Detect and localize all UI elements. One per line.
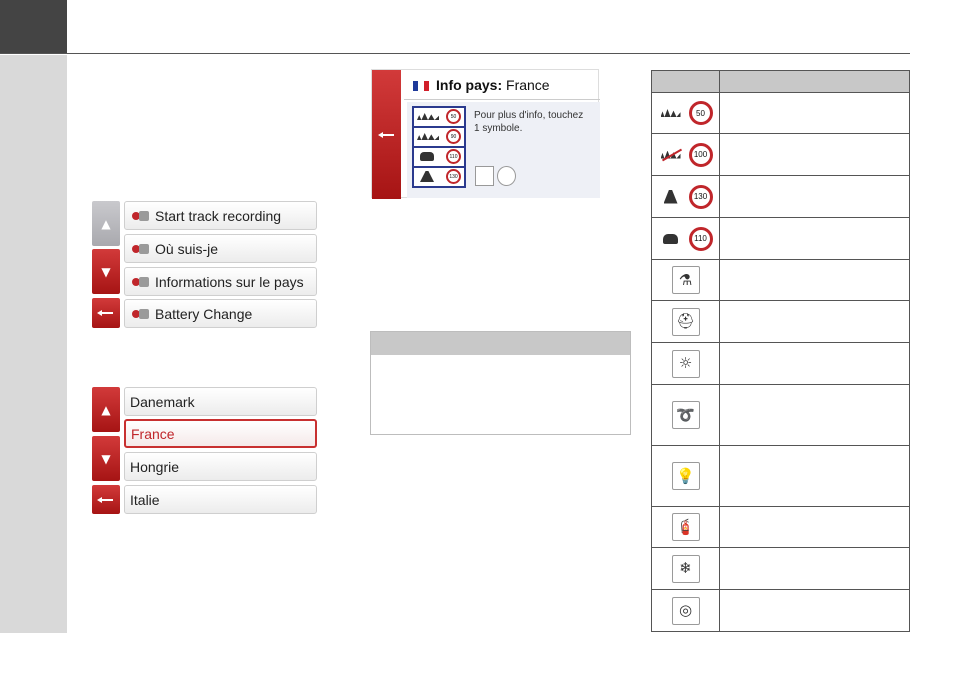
scroll-down-button[interactable]: ▼: [92, 436, 120, 481]
location-icon: [130, 242, 152, 256]
battery-icon: [130, 307, 152, 321]
arrow-down-icon: ▼: [101, 264, 111, 279]
tow-rope-icon: ➰: [671, 401, 700, 429]
snow-chains-icon: ❄: [671, 554, 700, 583]
car-speed-sign-icon: 110: [656, 225, 716, 253]
table-row: 50: [652, 93, 909, 134]
header-rule: [0, 53, 910, 54]
table-row: 100: [652, 134, 909, 176]
table-row: ⛑: [652, 301, 909, 343]
country-item-hongrie[interactable]: Hongrie: [124, 452, 317, 481]
menu-item-informations-pays[interactable]: Informations sur le pays: [124, 267, 317, 296]
country-item-france[interactable]: France: [124, 419, 317, 448]
back-arrow-icon: [97, 310, 115, 316]
table-row: 💡: [652, 446, 909, 507]
info-title: Info pays: France: [436, 77, 550, 93]
spare-bulb-icon: 💡: [671, 462, 700, 490]
winter-tyres-icon[interactable]: [497, 166, 516, 186]
info-hint: Pour plus d'info, touchez 1 symbole.: [474, 110, 584, 134]
scroll-up-button[interactable]: ▲: [92, 201, 120, 246]
corner-block: [0, 0, 67, 53]
note-header: [371, 332, 630, 355]
menu-item-ou-suis-je[interactable]: Où suis-je: [124, 234, 317, 263]
arrow-up-icon: ▲: [101, 216, 111, 231]
expressway-limit-row: 110: [414, 148, 464, 166]
table-row: ➰: [652, 385, 909, 446]
urban-speed-sign-icon: 50: [656, 99, 716, 127]
table-row: ❄: [652, 548, 909, 590]
table-row: ◎: [652, 590, 909, 631]
speed-limit-block[interactable]: 50 90 110 130: [412, 106, 466, 188]
symbols-table: 50 100 130 110 ⚗ ⛑ ☼ ➰ 💡 🧯 ❄ ◎: [651, 70, 910, 632]
back-button[interactable]: [92, 485, 120, 514]
rural-limit-row: 90: [414, 128, 464, 146]
info-divider: [404, 99, 600, 100]
country-info-screen: Info pays: France 50 90 110 130 Pour plu…: [371, 69, 600, 199]
country-info-icon: [130, 275, 152, 289]
country-list: ▲ ▼ Danemark France Hongrie Italie: [92, 387, 318, 515]
menu-item-label: Où suis-je: [155, 240, 219, 257]
country-item-italie[interactable]: Italie: [124, 485, 317, 514]
country-label: Hongrie: [130, 458, 180, 475]
track-recording-icon: [130, 209, 152, 223]
table-row: 🧯: [652, 507, 909, 548]
note-box: [370, 331, 631, 435]
winter-tyres-icon: ◎: [671, 596, 700, 625]
alcohol-limit-icon[interactable]: [475, 166, 494, 186]
back-button[interactable]: [372, 70, 401, 199]
table-row: 110: [652, 218, 909, 260]
menu-item-label: Informations sur le pays: [155, 273, 304, 290]
back-arrow-icon: [377, 131, 396, 138]
menu-item-battery-change[interactable]: Battery Change: [124, 299, 317, 328]
motorway-speed-sign-icon: 130: [656, 183, 716, 211]
motorway-limit-row: 130: [414, 168, 464, 186]
fire-extinguisher-icon: 🧯: [671, 513, 700, 541]
scroll-down-button[interactable]: ▼: [92, 249, 120, 294]
side-strip: [0, 55, 67, 633]
arrow-down-icon: ▼: [101, 451, 111, 466]
urban-limit-row: 50: [414, 108, 464, 126]
alcohol-limit-icon: ⚗: [671, 266, 700, 294]
extras-menu: ▲ ▼ Start track recording Où suis-je Inf…: [92, 201, 318, 329]
country-label: Italie: [130, 491, 160, 508]
table-row: ☼: [652, 343, 909, 385]
safety-vest-icon: ⛑: [671, 307, 700, 336]
table-row: 130: [652, 176, 909, 218]
menu-item-start-track-recording[interactable]: Start track recording: [124, 201, 317, 230]
menu-item-label: Start track recording: [155, 207, 282, 224]
back-button[interactable]: [92, 298, 120, 328]
table-row: ⚗: [652, 260, 909, 301]
country-label: France: [131, 425, 175, 442]
country-item-danemark[interactable]: Danemark: [124, 387, 317, 416]
back-arrow-icon: [97, 496, 115, 503]
daytime-lights-icon: ☼: [671, 349, 700, 378]
france-flag-icon: [413, 81, 429, 91]
table-header: [652, 71, 909, 93]
urban-end-speed-sign-icon: 100: [656, 141, 716, 169]
scroll-up-button[interactable]: ▲: [92, 387, 120, 432]
arrow-up-icon: ▲: [101, 402, 111, 417]
menu-item-label: Battery Change: [155, 305, 253, 322]
country-label: Danemark: [130, 393, 195, 410]
